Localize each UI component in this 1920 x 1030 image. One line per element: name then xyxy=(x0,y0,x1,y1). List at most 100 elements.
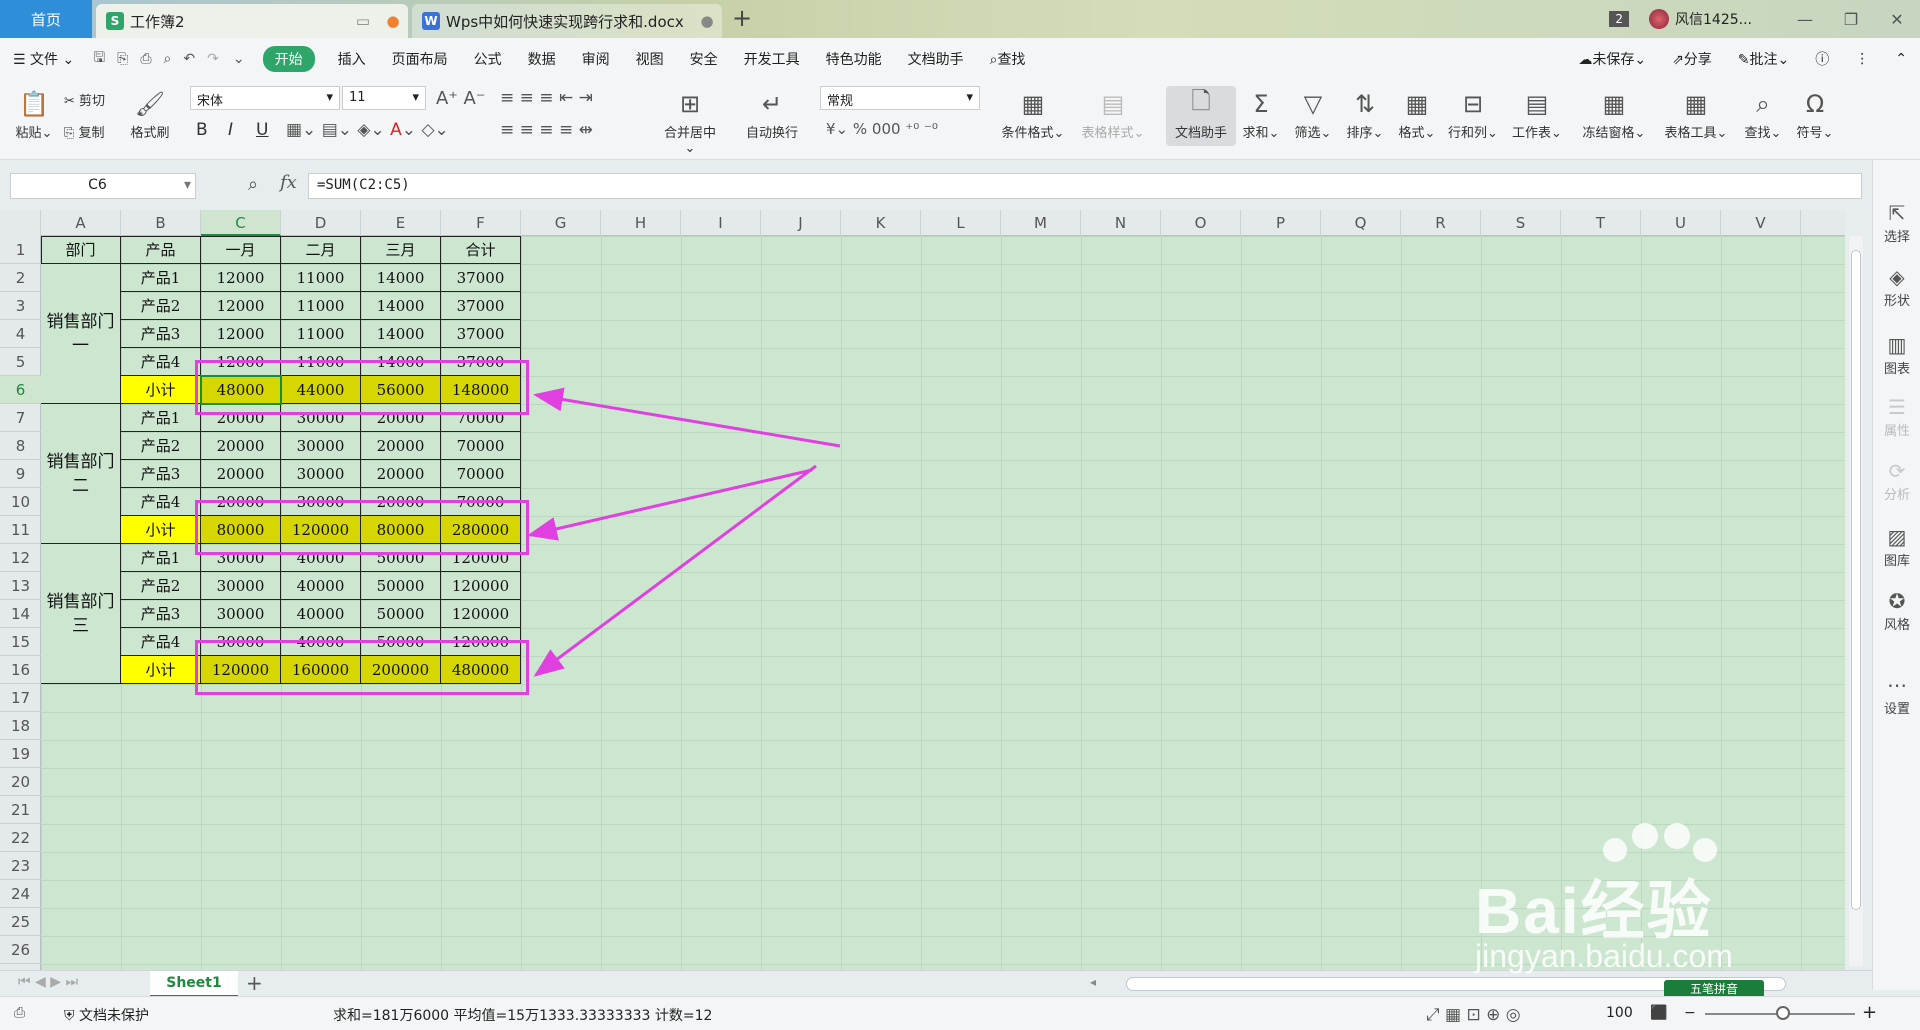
row-header-1[interactable]: 1 xyxy=(0,236,41,264)
table-header-cell[interactable]: 产品 xyxy=(121,236,201,264)
table-cell[interactable]: 40000 xyxy=(281,600,361,628)
table-cell[interactable]: 20000 xyxy=(361,404,441,432)
tab-close-icon[interactable]: ● xyxy=(692,12,722,30)
sidebar-analysis[interactable]: ⟳ 分析 xyxy=(1873,458,1920,503)
window-count-badge[interactable]: 2 xyxy=(1609,11,1630,27)
menu-features[interactable]: 特色功能 xyxy=(826,49,882,69)
sidebar-gallery[interactable]: ▨ 图库 xyxy=(1873,524,1920,569)
table-cell[interactable]: 11000 xyxy=(281,348,361,376)
zoom-value[interactable]: 100 xyxy=(1606,1005,1633,1021)
table-cell[interactable]: 50000 xyxy=(361,628,441,656)
table-header-cell[interactable]: 二月 xyxy=(281,236,361,264)
menu-review[interactable]: 审阅 xyxy=(582,49,610,69)
row-header-4[interactable]: 4 xyxy=(0,320,41,348)
align-left-icons[interactable]: ≡ ≡ ≡ ≡ ⇹ xyxy=(500,120,593,140)
row-header-16[interactable]: 16 xyxy=(0,656,41,684)
column-header-b[interactable]: B xyxy=(121,210,201,236)
filter-button[interactable]: ▽ 筛选⌄ xyxy=(1288,86,1338,141)
menu-formula[interactable]: 公式 xyxy=(474,49,502,69)
bold-button[interactable]: B xyxy=(196,120,208,140)
protect-status[interactable]: ⛨ 文档未保护 xyxy=(64,1005,149,1025)
sidebar-select[interactable]: ⇱ 选择 xyxy=(1873,200,1920,245)
restore-icon[interactable]: ❐ xyxy=(1828,10,1874,29)
table-header-cell[interactable]: 部门 xyxy=(41,236,121,264)
column-header-r[interactable]: R xyxy=(1401,210,1481,236)
table-cell[interactable]: 120000 xyxy=(441,600,521,628)
row-header-3[interactable]: 3 xyxy=(0,292,41,320)
subtotal-cell[interactable]: 小计 xyxy=(121,376,201,404)
copy-button[interactable]: ⎘ 复制 xyxy=(64,122,105,141)
column-header-i[interactable]: I xyxy=(681,210,761,236)
column-header-o[interactable]: O xyxy=(1161,210,1241,236)
column-header-f[interactable]: F xyxy=(441,210,521,236)
subtotal-cell[interactable]: 280000 xyxy=(441,516,521,544)
share-button[interactable]: ⇗分享 xyxy=(1672,49,1712,69)
subtotal-cell[interactable]: 56000 xyxy=(361,376,441,404)
sort-button[interactable]: ⇅ 排序⌄ xyxy=(1340,86,1390,141)
table-cell[interactable]: 30000 xyxy=(281,432,361,460)
table-cell[interactable]: 30000 xyxy=(201,572,281,600)
table-cell[interactable]: 30000 xyxy=(201,628,281,656)
row-header-23[interactable]: 23 xyxy=(0,852,41,880)
table-cell[interactable]: 70000 xyxy=(441,488,521,516)
avatar[interactable] xyxy=(1649,9,1670,29)
table-cell[interactable]: 产品2 xyxy=(121,292,201,320)
table-cell[interactable]: 20000 xyxy=(201,432,281,460)
subtotal-cell[interactable]: 小计 xyxy=(121,656,201,684)
table-cell[interactable]: 12000 xyxy=(201,292,281,320)
unsaved-button[interactable]: ☁未保存⌄ xyxy=(1578,49,1646,69)
table-cell[interactable]: 37000 xyxy=(441,348,521,376)
table-cell[interactable]: 30000 xyxy=(281,404,361,432)
subtotal-cell[interactable]: 80000 xyxy=(361,516,441,544)
row-header-11[interactable]: 11 xyxy=(0,516,41,544)
menu-insert[interactable]: 插入 xyxy=(338,49,366,69)
save-icon[interactable]: 🖫 xyxy=(93,47,105,71)
table-cell[interactable]: 120000 xyxy=(441,572,521,600)
minimize-icon[interactable]: — xyxy=(1782,10,1828,29)
table-cell[interactable]: 11000 xyxy=(281,320,361,348)
table-cell[interactable]: 产品1 xyxy=(121,544,201,572)
row-header-20[interactable]: 20 xyxy=(0,768,41,796)
row-header-6[interactable]: 6 xyxy=(0,376,41,404)
subtotal-cell[interactable]: 480000 xyxy=(441,656,521,684)
zoom-formula-icon[interactable]: ⌕ xyxy=(248,174,258,195)
row-header-21[interactable]: 21 xyxy=(0,796,41,824)
scroll-left-icon[interactable]: ◂ xyxy=(1090,975,1096,989)
menu-security[interactable]: 安全 xyxy=(690,49,718,69)
subtotal-cell[interactable]: 120000 xyxy=(201,656,281,684)
table-cell[interactable]: 40000 xyxy=(281,544,361,572)
department-cell[interactable]: 销售部门 二 xyxy=(41,404,121,544)
table-cell[interactable]: 14000 xyxy=(361,264,441,292)
table-cell[interactable]: 30000 xyxy=(201,600,281,628)
doc-helper-button[interactable]: 🗋 文档助手 xyxy=(1166,86,1236,146)
subtotal-cell[interactable]: 148000 xyxy=(441,376,521,404)
menu-page-layout[interactable]: 页面布局 xyxy=(392,49,448,69)
table-cell[interactable]: 产品3 xyxy=(121,320,201,348)
subtotal-cell[interactable]: 80000 xyxy=(201,516,281,544)
table-cell[interactable]: 14000 xyxy=(361,348,441,376)
column-header-s[interactable]: S xyxy=(1481,210,1561,236)
wrap-text-button[interactable]: ↵ 自动换行 xyxy=(742,86,802,141)
row-header-10[interactable]: 10 xyxy=(0,488,41,516)
help-icon[interactable]: ⓘ xyxy=(1815,49,1829,69)
column-header-n[interactable]: N xyxy=(1081,210,1161,236)
table-cell[interactable]: 50000 xyxy=(361,544,441,572)
table-cell[interactable]: 50000 xyxy=(361,600,441,628)
subtotal-cell[interactable]: 160000 xyxy=(281,656,361,684)
sheet-tab-sheet1[interactable]: Sheet1 xyxy=(150,971,238,997)
table-cell[interactable]: 20000 xyxy=(201,460,281,488)
subtotal-cell[interactable]: 120000 xyxy=(281,516,361,544)
table-cell[interactable]: 14000 xyxy=(361,292,441,320)
table-cell[interactable]: 120000 xyxy=(441,544,521,572)
table-cell[interactable]: 120000 xyxy=(441,628,521,656)
row-header-24[interactable]: 24 xyxy=(0,880,41,908)
table-cell[interactable]: 37000 xyxy=(441,320,521,348)
table-cell[interactable]: 40000 xyxy=(281,628,361,656)
user-name[interactable]: 风信1425... xyxy=(1675,9,1752,29)
column-header-k[interactable]: K xyxy=(841,210,921,236)
row-header-26[interactable]: 26 xyxy=(0,936,41,964)
new-tab-button[interactable]: + xyxy=(732,4,752,32)
font-grow-icon[interactable]: A⁺ A⁻ xyxy=(436,88,485,109)
more-icon[interactable]: ⋮ xyxy=(1855,51,1869,67)
table-cell[interactable]: 12000 xyxy=(201,320,281,348)
